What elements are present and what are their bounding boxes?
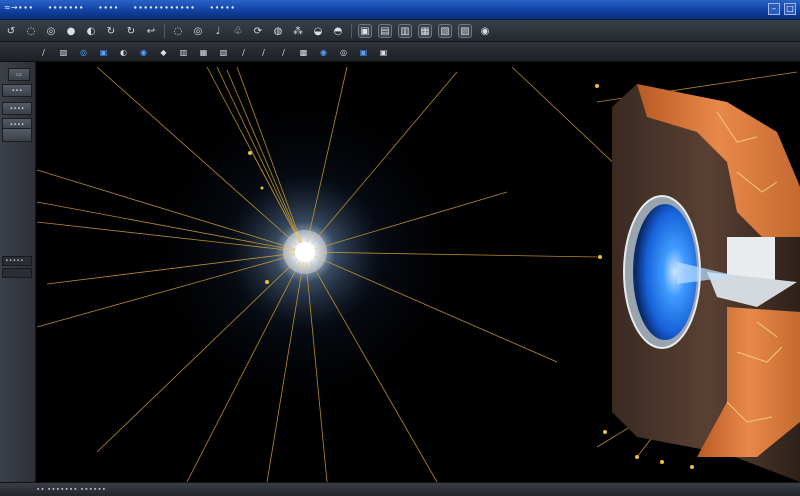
- diagonal-alt-icon[interactable]: ▨: [458, 24, 472, 38]
- sphere-icon[interactable]: ●: [64, 24, 78, 38]
- panel-button-2[interactable]: ∙∙∙∙: [2, 102, 32, 115]
- panel-value-field[interactable]: ∙∙∙∙∙: [2, 256, 32, 266]
- menu-item-4[interactable]: ∙∙∙∙∙∙∙∙∙∙∙∙: [133, 3, 196, 12]
- orbit-icon[interactable]: ◌: [24, 24, 38, 38]
- return-icon[interactable]: ↩: [144, 24, 158, 38]
- toolbar-divider: [351, 24, 352, 38]
- left-panel: ▭ ∙∙∙ ∙∙∙∙ ∙∙∙∙ ∙∙∙∙∙: [0, 62, 36, 482]
- maximize-button[interactable]: □: [784, 3, 796, 15]
- half-circle-icon[interactable]: ◐: [84, 24, 98, 38]
- menu-item-1[interactable]: ≈→∙∙∙: [4, 3, 33, 12]
- 3d-viewport[interactable]: [37, 62, 800, 482]
- horizontal-lines-icon[interactable]: ▤: [378, 24, 392, 38]
- square-tool-icon[interactable]: ▣: [98, 47, 109, 58]
- slash-icon[interactable]: ∕: [238, 47, 249, 58]
- slash-thin-icon[interactable]: ∕: [278, 47, 289, 58]
- slash-alt-icon[interactable]: ∕: [258, 47, 269, 58]
- panel-value-field-2[interactable]: [2, 268, 32, 278]
- rotate-icon[interactable]: ↻: [104, 24, 118, 38]
- menu-item-3[interactable]: ∙∙∙∙: [98, 3, 119, 12]
- target-icon[interactable]: ◎: [44, 24, 58, 38]
- light-point-icon[interactable]: ◉: [318, 47, 329, 58]
- frame-icon[interactable]: ▣: [358, 47, 369, 58]
- status-text: ∙∙ ∙∙∙∙∙∙∙ ∙∙∙∙∙∙: [36, 485, 107, 493]
- minimize-button[interactable]: –: [768, 3, 780, 15]
- panel-toggle-button[interactable]: ▭: [8, 68, 30, 81]
- secondary-toolbar: ∕ ▨ ◎ ▣ ◐ ◉ ◆ ▥ ▦ ▧ ∕ ∕ ∕ ▩ ◉ ◎ ▣ ▣: [0, 42, 800, 62]
- panel-toggle-icon: ▭: [16, 71, 22, 78]
- point-icon[interactable]: ◉: [138, 47, 149, 58]
- light-source[interactable]: [295, 242, 315, 262]
- menu-bar: ≈→∙∙∙ ∙∙∙∙∙∙∙ ∙∙∙∙ ∙∙∙∙∙∙∙∙∙∙∙∙ ∙∙∙∙∙: [4, 3, 235, 12]
- panel-button-1[interactable]: ∙∙∙: [2, 84, 32, 97]
- half-filled-icon[interactable]: ◒: [311, 24, 325, 38]
- dense-fill-icon[interactable]: ▩: [298, 47, 309, 58]
- rotate-alt-icon[interactable]: ↻: [124, 24, 138, 38]
- half-filled-alt-icon[interactable]: ◓: [331, 24, 345, 38]
- title-bar: ≈→∙∙∙ ∙∙∙∙∙∙∙ ∙∙∙∙ ∙∙∙∙∙∙∙∙∙∙∙∙ ∙∙∙∙∙ – …: [0, 0, 800, 20]
- vertical-fill-icon[interactable]: ▥: [178, 47, 189, 58]
- diagonal-icon[interactable]: ▧: [438, 24, 452, 38]
- crosshatch-icon[interactable]: ▦: [418, 24, 432, 38]
- line-tool-icon[interactable]: ∕: [38, 47, 49, 58]
- menu-item-2[interactable]: ∙∙∙∙∙∙∙: [47, 3, 83, 12]
- shade-icon[interactable]: ◐: [118, 47, 129, 58]
- toolbar-divider: [164, 24, 165, 38]
- select-icon[interactable]: ◌: [171, 24, 185, 38]
- dotted-circle-icon[interactable]: ◍: [271, 24, 285, 38]
- refresh-icon[interactable]: ⟳: [251, 24, 265, 38]
- record-icon[interactable]: ◉: [478, 24, 492, 38]
- frame-alt-icon[interactable]: ▣: [378, 47, 389, 58]
- hatch-icon[interactable]: ▨: [58, 47, 69, 58]
- diamond-icon[interactable]: ◆: [158, 47, 169, 58]
- panel-button-4[interactable]: [2, 128, 32, 142]
- diagonal-fill-icon[interactable]: ▧: [218, 47, 229, 58]
- note-icon[interactable]: ♩: [211, 24, 225, 38]
- vertical-lines-icon[interactable]: ▥: [398, 24, 412, 38]
- undo-icon[interactable]: ↺: [4, 24, 18, 38]
- scene-canvas: [37, 66, 800, 482]
- menu-item-5[interactable]: ∙∙∙∙∙: [209, 3, 235, 12]
- grid-view-icon[interactable]: ▣: [358, 24, 372, 38]
- circle-tool-icon[interactable]: ◎: [78, 47, 89, 58]
- club-icon[interactable]: ♧: [231, 24, 245, 38]
- main-toolbar: ↺ ◌ ◎ ● ◐ ↻ ↻ ↩ ◌ ◎ ♩ ♧ ⟳ ◍ ⁂ ◒ ◓ ▣ ▤ ▥ …: [0, 20, 800, 42]
- cross-fill-icon[interactable]: ▦: [198, 47, 209, 58]
- status-bar: ∙∙ ∙∙∙∙∙∙∙ ∙∙∙∙∙∙: [0, 482, 800, 496]
- focus-icon[interactable]: ◎: [191, 24, 205, 38]
- ring-icon[interactable]: ◎: [338, 47, 349, 58]
- asterism-icon[interactable]: ⁂: [291, 24, 305, 38]
- window-controls: – □: [768, 3, 796, 15]
